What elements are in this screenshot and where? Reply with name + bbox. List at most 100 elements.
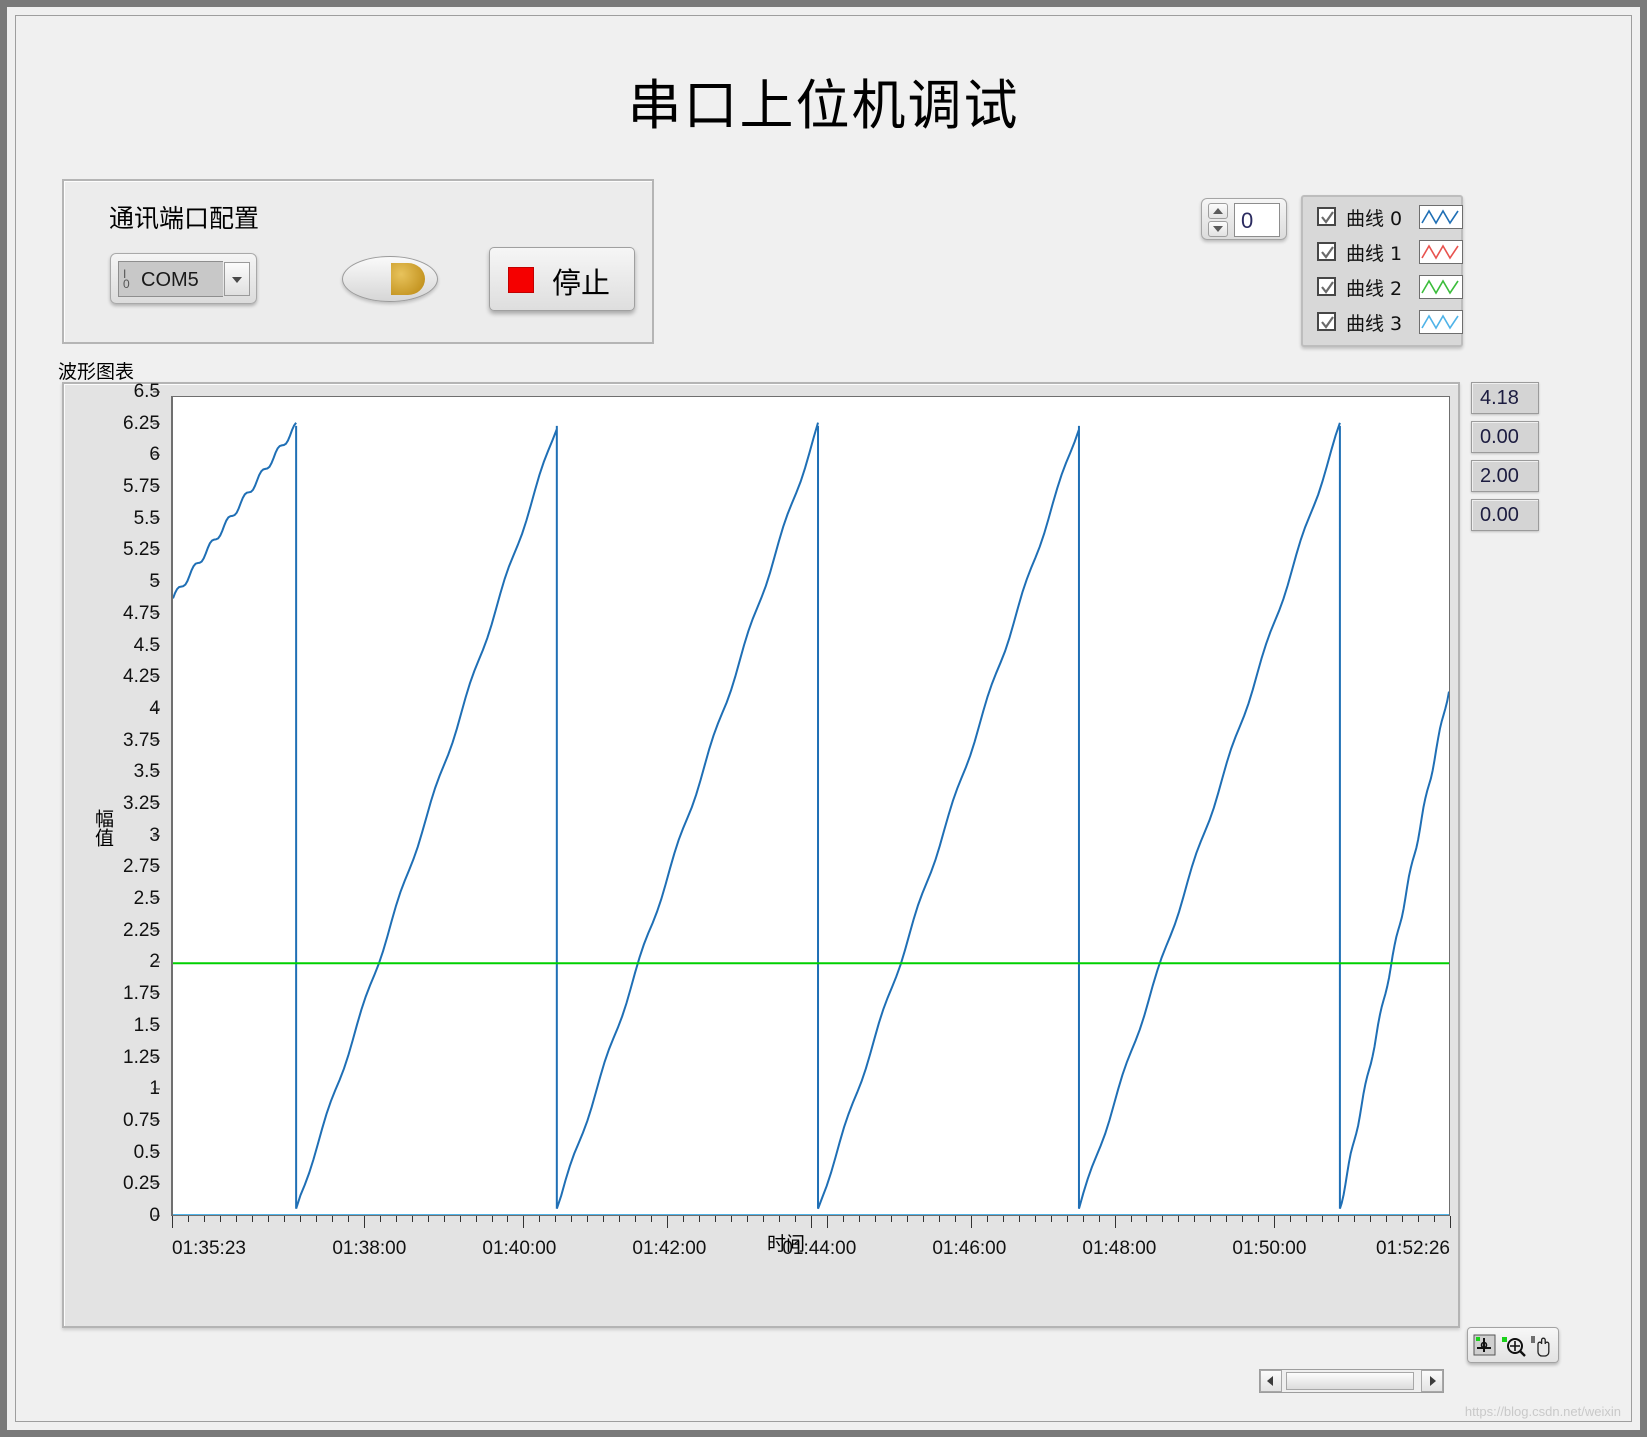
x-tick-mark [1066,1216,1068,1222]
x-tick-mark [763,1216,765,1222]
legend-item-2[interactable]: 曲线 2 [1317,273,1463,301]
pan-hand-tool-icon[interactable] [1529,1332,1556,1358]
led-fill-icon [391,263,425,295]
cursor-move-tool-icon[interactable] [1471,1332,1498,1358]
legend-plot-sample-0[interactable] [1419,205,1463,229]
page-title: 串口上位机调试 [627,74,1020,137]
y-tick-mark [153,1152,160,1154]
x-tick-mark [619,1216,621,1222]
stop-square-icon [508,267,534,293]
indicator-value-3: 0.00 [1480,504,1519,526]
x-tick-mark [1402,1216,1404,1222]
activity-led-indicator[interactable] [342,256,438,302]
y-tick-mark [153,740,160,742]
legend-plot-sample-3[interactable] [1419,310,1463,334]
watermark-text: https://blog.csdn.net/weixin [1464,1404,1621,1419]
legend-item-1[interactable]: 曲线 1 [1317,238,1463,266]
y-tick-mark [153,866,160,868]
x-tick-mark [699,1216,701,1222]
stepper-arrows[interactable] [1208,203,1228,237]
x-tick-mark [1434,1216,1436,1222]
x-tick-mark [315,1216,317,1222]
numeric-indicator-2: 2.00 [1471,460,1539,492]
stepper-up-icon[interactable] [1208,203,1228,219]
x-tick-mark [1114,1216,1116,1228]
x-tick-mark [1242,1216,1244,1222]
y-tick-mark [153,613,160,615]
plot-index-stepper[interactable]: 0 [1201,198,1287,240]
chevron-down-icon[interactable] [224,262,250,296]
plot-canvas[interactable] [172,396,1450,1216]
y-tick-mark [153,835,160,837]
y-tick-mark [153,645,160,647]
x-tick-mark [842,1216,844,1222]
x-tick-mark [906,1216,908,1222]
y-tick-mark [153,993,160,995]
y-tick-mark [153,454,160,456]
chart-horizontal-scrollbar[interactable] [1259,1369,1444,1393]
x-tick-mark [1338,1216,1340,1222]
x-tick-mark [219,1216,221,1222]
legend-checkbox-0[interactable] [1317,207,1336,226]
legend-item-3[interactable]: 曲线 3 [1317,308,1463,336]
x-tick-mark [203,1216,205,1222]
x-tick-mark [539,1216,541,1222]
numeric-indicator-1: 0.00 [1471,421,1539,453]
x-tick-mark [715,1216,717,1222]
x-tick-mark [427,1216,429,1222]
application-window: 串口上位机调试 通讯端口配置 I 0 COM5 停止 0 曲线 0 曲线 1 曲… [0,0,1647,1437]
stop-button[interactable]: 停止 [489,247,635,311]
numeric-indicator-3: 0.00 [1471,499,1539,531]
x-tick-mark [683,1216,685,1222]
waveform-chart[interactable]: 幅值 0 0.25 0.5 0.75 1 1.25 1.5 1.75 2 2.25 2.5 2.75 3… [62,381,1460,1328]
legend-checkbox-3[interactable] [1317,312,1336,331]
legend-item-0[interactable]: 曲线 0 [1317,203,1463,231]
stepper-field[interactable]: 0 [1234,203,1280,237]
y-tick-mark [153,803,160,805]
x-tick-mark [379,1216,381,1222]
legend-checkbox-2[interactable] [1317,277,1336,296]
x-tick-mark [1226,1216,1228,1222]
x-tick-mark [986,1216,988,1222]
x-tick-mark [1418,1216,1420,1222]
x-tick-mark [555,1216,557,1222]
x-tick-mark [667,1216,669,1228]
scroll-right-arrow-icon[interactable] [1421,1370,1443,1392]
scroll-left-arrow-icon[interactable] [1260,1370,1282,1392]
legend-plot-sample-1[interactable] [1419,240,1463,264]
x-tick-mark [1178,1216,1180,1222]
com-port-field[interactable]: I 0 COM5 [118,261,223,297]
plot-legend[interactable]: 曲线 0 曲线 1 曲线 2 曲线 3 [1301,195,1463,347]
comm-config-group: 通讯端口配置 I 0 COM5 停止 [62,179,654,344]
indicator-value-1: 0.00 [1480,426,1519,448]
graph-palette[interactable] [1467,1327,1559,1363]
x-tick-mark [1290,1216,1292,1222]
y-tick-mark [153,676,160,678]
x-tick-mark [395,1216,397,1222]
io-glyph-icon: I 0 [123,267,130,291]
legend-label-0: 曲线 0 [1346,208,1403,230]
y-tick-mark [153,423,160,425]
x-tick-mark [587,1216,589,1222]
x-tick-mark [1322,1216,1324,1222]
scrollbar-thumb[interactable] [1286,1372,1414,1390]
x-tick-mark [475,1216,477,1222]
legend-checkbox-1[interactable] [1317,242,1336,261]
y-tick-mark [153,391,160,393]
y-tick-mark [153,581,160,583]
legend-plot-sample-2[interactable] [1419,275,1463,299]
zoom-tool-icon[interactable] [1500,1332,1527,1358]
y-tick-mark [153,1057,160,1059]
x-tick-mark [747,1216,749,1222]
x-axis-ticks [172,1216,1451,1228]
y-axis-labels: 0 0.25 0.5 0.75 1 1.25 1.5 1.75 2 2.25 2.5 2.75 3 3.2… [110,381,168,1226]
window-client-area: 串口上位机调试 通讯端口配置 I 0 COM5 停止 0 曲线 0 曲线 1 曲… [15,15,1632,1422]
y-tick-mark [153,549,160,551]
y-tick-mark [153,1215,160,1217]
stepper-down-icon[interactable] [1208,221,1228,237]
x-tick-mark [1274,1216,1276,1228]
com-port-select[interactable]: I 0 COM5 [110,253,257,304]
x-tick-mark [1098,1216,1100,1222]
stepper-value: 0 [1241,208,1254,233]
x-tick-mark [459,1216,461,1222]
